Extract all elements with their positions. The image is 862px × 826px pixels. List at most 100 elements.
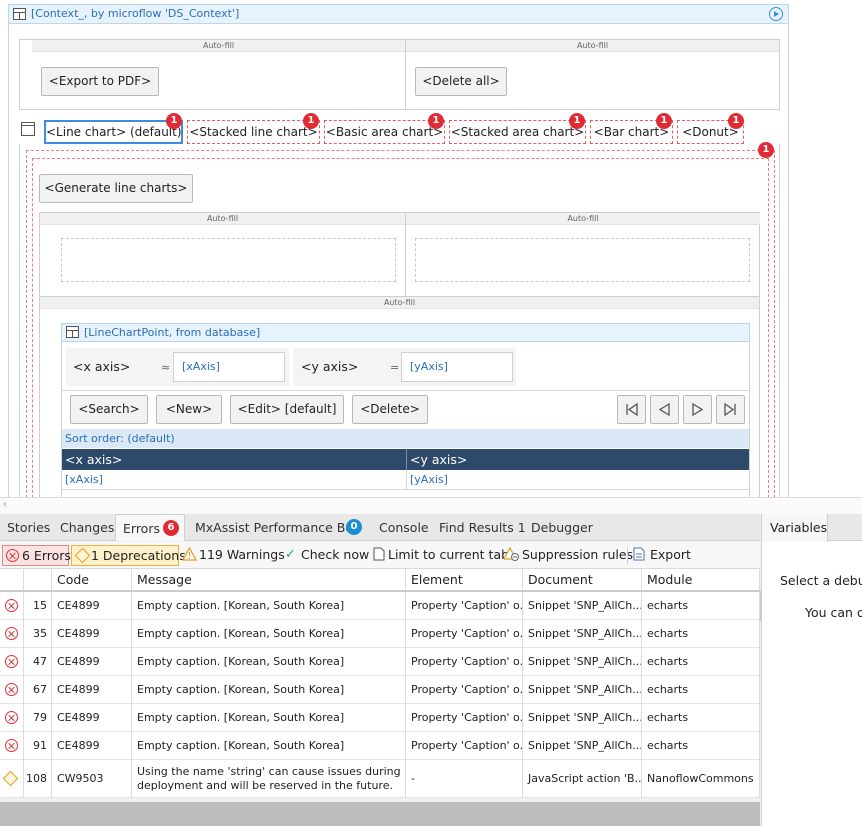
error-row[interactable]: 15 CE4899 Empty caption. [Korean, South Ko…: [0, 591, 761, 621]
cell-module: echarts: [642, 648, 760, 676]
deprecations-filter-toggle[interactable]: 1 Deprecations: [71, 545, 186, 566]
column-label: Auto-fill: [406, 213, 760, 225]
tab-basic-area-chart[interactable]: <Basic area chart>: [324, 120, 445, 144]
tab-console[interactable]: Console: [379, 514, 429, 541]
sort-order-bar[interactable]: Sort order: (default): [62, 429, 749, 448]
scroll-left-icon[interactable]: ‹: [3, 499, 7, 510]
error-row[interactable]: 91 CE4899 Empty caption. [Korean, South Ko…: [0, 732, 760, 760]
cell-document: Snippet 'SNP_AllCh...: [523, 732, 642, 760]
check-now-label: Check now: [301, 547, 370, 562]
warnings-filter-toggle[interactable]: 119 Warnings: [182, 545, 285, 566]
icon-column-header: [0, 569, 24, 591]
cell-code: CE4899: [52, 592, 132, 620]
tab-find-results[interactable]: Find Results 1: [439, 514, 526, 541]
error-badge: 1: [569, 113, 585, 129]
cell-line: 35: [24, 620, 52, 648]
element-column-header[interactable]: Element: [406, 569, 523, 591]
check-now-button[interactable]: ✓ Check now: [284, 545, 369, 566]
error-badge: 1: [758, 142, 774, 158]
datagrid-column-header: <x axis> <y axis>: [62, 449, 749, 470]
cell-module: echarts: [642, 704, 760, 732]
error-row[interactable]: 35 CE4899 Empty caption. [Korean, South Ko…: [0, 620, 760, 648]
tab-errors[interactable]: Errors 6: [115, 514, 185, 541]
search-operator: ≈: [161, 361, 171, 374]
last-page-button[interactable]: [716, 395, 745, 424]
x-axis-search-input[interactable]: [xAxis]: [173, 352, 285, 382]
column-header-y[interactable]: <y axis>: [410, 449, 467, 470]
deprecation-row[interactable]: 108 CW9503 - JavaScript action 'B... Nanoflo…: [0, 760, 760, 798]
cell-line: 67: [24, 676, 52, 704]
tab-label: <Basic area chart>: [325, 125, 444, 139]
cell-line: 91: [24, 732, 52, 760]
export-label: Export: [650, 547, 691, 562]
document-column-header[interactable]: Document: [523, 569, 642, 591]
variables-tabbar: Variables: [762, 514, 862, 542]
message-line: Using the name 'string' can cause issues…: [137, 765, 401, 778]
cell-line: 15: [24, 592, 52, 620]
errors-toolbar: 6 Errors 1 Deprecations 119 Warnings ✓ C…: [0, 542, 760, 569]
tab-debugger[interactable]: Debugger: [531, 514, 593, 541]
column-label: Auto-fill: [406, 40, 779, 52]
error-row[interactable]: 47 CE4899 Empty caption. [Korean, South Ko…: [0, 648, 760, 676]
message-column-header[interactable]: Message: [132, 569, 406, 591]
first-page-icon: [626, 402, 638, 417]
empty-placeholder: [415, 238, 750, 282]
dataview-title: [Context_, by microflow 'DS_Context']: [31, 7, 240, 20]
datagrid-header[interactable]: [LineChartPoint, from database]: [61, 323, 750, 342]
cell-message: Empty caption. [Korean, South Korea]: [132, 592, 406, 620]
first-page-button[interactable]: [617, 395, 646, 424]
cell-code: CE4899: [52, 620, 132, 648]
cell-x-axis: [xAxis]: [65, 473, 103, 486]
tab-variables[interactable]: Variables: [762, 514, 828, 542]
module-column-header[interactable]: Module: [642, 569, 760, 591]
new-button[interactable]: <New>: [156, 395, 222, 424]
export-to-pdf-button[interactable]: <Export to PDF>: [41, 67, 159, 96]
export-button[interactable]: Export: [633, 545, 691, 566]
cell-module: NanoflowCommons: [642, 760, 760, 798]
table-icon: [66, 326, 79, 338]
cell-document: JavaScript action 'B...: [523, 760, 642, 798]
error-icon: [5, 711, 18, 724]
datagrid-row[interactable]: [xAxis] [yAxis]: [62, 470, 749, 490]
dataview-header[interactable]: [Context_, by microflow 'DS_Context']: [8, 4, 789, 24]
cell-line: 108: [24, 760, 52, 798]
tab-line-chart[interactable]: <Line chart> (default): [44, 120, 183, 144]
cell-y-axis: [yAxis]: [410, 473, 448, 486]
horizontal-scrollbar[interactable]: ‹: [0, 497, 862, 514]
tab-stacked-area-chart[interactable]: <Stacked area chart>: [449, 120, 586, 144]
message-line: deployment and will be reserved in the f…: [137, 779, 393, 792]
y-axis-search-input[interactable]: [yAxis]: [401, 352, 513, 382]
tab-changes[interactable]: Changes: [60, 514, 114, 541]
cell-module: echarts: [642, 620, 760, 648]
next-page-button[interactable]: [683, 395, 712, 424]
errors-filter-toggle[interactable]: 6 Errors: [2, 545, 71, 566]
tab-mxassist[interactable]: MxAssist Performance Bot 0: [195, 514, 362, 541]
delete-all-button[interactable]: <Delete all>: [415, 67, 507, 96]
tab-label: <Line chart> (default): [46, 125, 182, 139]
suppression-label: Suppression rules: [522, 547, 634, 562]
bottom-tabbar: Stories Changes Errors 6 MxAssist Perfor…: [0, 514, 760, 541]
column-header-x[interactable]: <x axis>: [65, 449, 122, 470]
error-row[interactable]: 67 CE4899 Empty caption. [Korean, South Ko…: [0, 676, 760, 704]
delete-button[interactable]: <Delete>: [352, 395, 428, 424]
tab-label: Errors: [123, 521, 160, 536]
generate-line-charts-button[interactable]: <Generate line charts>: [39, 174, 193, 203]
suppression-rules-button[interactable]: Suppression rules: [504, 545, 633, 566]
cell-module: echarts: [642, 732, 760, 760]
code-column-header[interactable]: Code: [52, 569, 132, 591]
error-badge: 1: [303, 113, 319, 129]
tab-stories[interactable]: Stories: [7, 514, 50, 541]
run-icon[interactable]: [769, 7, 783, 21]
limit-to-current-tab-toggle[interactable]: Limit to current tab: [372, 545, 509, 566]
edit-button[interactable]: <Edit> [default]: [230, 395, 344, 424]
deprecation-icon: [74, 547, 91, 564]
deprecation-icon: [2, 770, 19, 787]
deprecations-filter-label: 1 Deprecations: [91, 548, 186, 563]
previous-page-button[interactable]: [650, 395, 679, 424]
error-row[interactable]: 79 CE4899 Empty caption. [Korean, South Ko…: [0, 704, 760, 732]
search-field-label: <x axis>: [73, 359, 131, 374]
variables-hint-2: You can op: [805, 605, 862, 620]
search-button[interactable]: <Search>: [70, 395, 148, 424]
tab-stacked-line-chart[interactable]: <Stacked line chart>: [187, 120, 320, 144]
cell-message: Empty caption. [Korean, South Korea]: [132, 704, 406, 732]
